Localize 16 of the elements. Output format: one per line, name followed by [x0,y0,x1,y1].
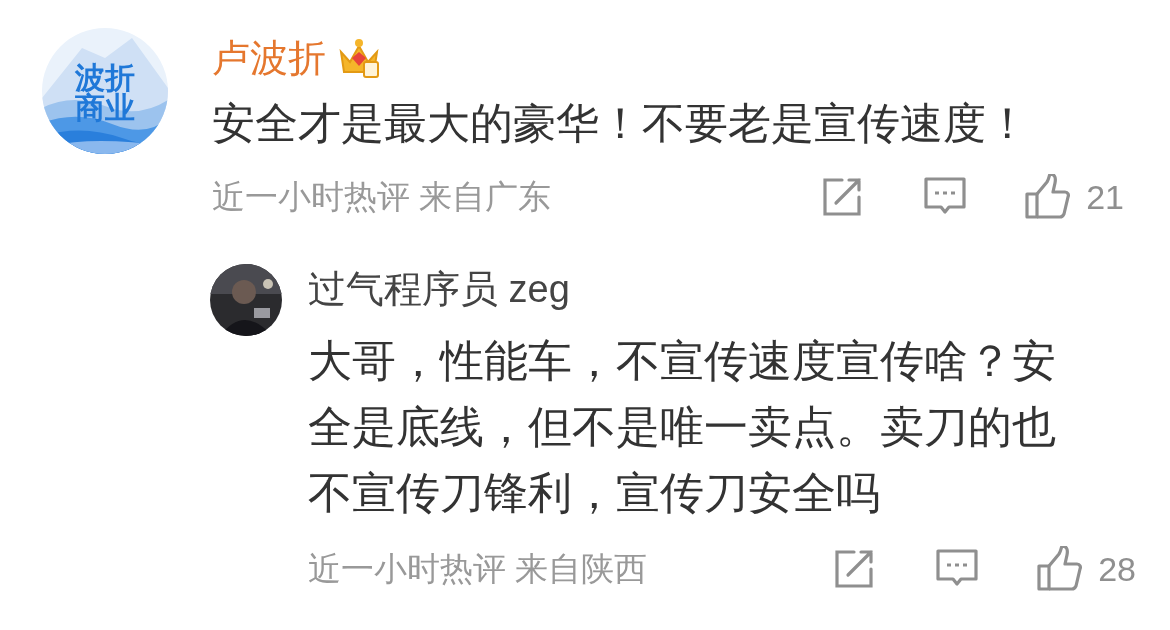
like-count: 21 [1086,179,1124,214]
like-icon[interactable] [1024,173,1071,220]
avatar[interactable]: 波折 商业 [42,28,168,154]
author-name[interactable]: 卢波折 [212,39,326,77]
share-icon[interactable] [822,176,863,217]
like-count: 28 [1098,551,1136,586]
like-icon[interactable] [1036,545,1083,592]
comment-meta: 近一小时热评 来自陕西 [308,552,648,586]
comment-meta: 近一小时热评 来自广东 [212,180,552,214]
author-name[interactable]: 过气程序员 zeg [308,269,1138,308]
avatar-text: 商业 [75,93,135,123]
crown-badge-icon [338,38,380,78]
avatar-text: 波折 [75,63,135,93]
comment-text: 安全才是最大的豪华！不要老是宣传速度！ [212,98,1030,149]
share-icon[interactable] [834,548,875,589]
reply-text: 大哥，性能车，不宣传速度宣传啥？安全是底线，但不是唯一卖点。卖刀的也不宣传刀锋利，宣传刀安全吗 [308,334,1057,519]
